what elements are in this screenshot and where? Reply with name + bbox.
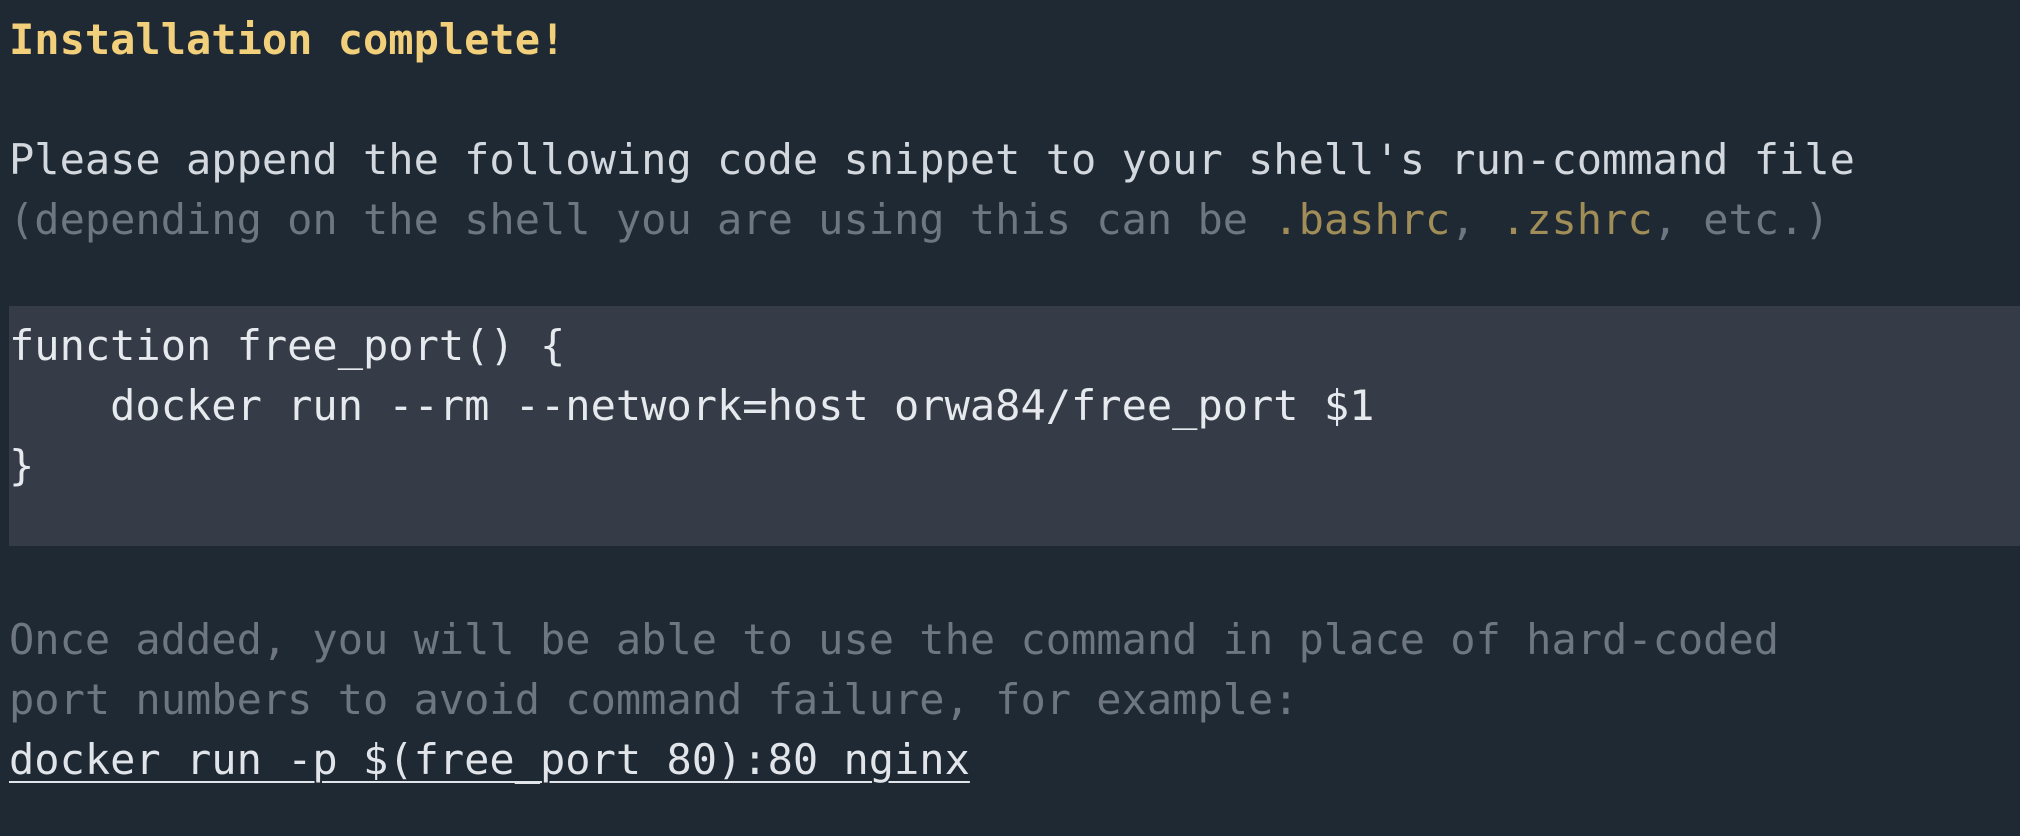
filename-separator: ,	[1450, 195, 1501, 244]
example-command[interactable]: docker run -p $(free_port 80):80 nginx	[9, 730, 970, 790]
instruction-text-prefix: (depending on the shell you are using th…	[9, 195, 1274, 244]
zshrc-filename: .zshrc	[1500, 195, 1653, 244]
code-line-1: function free_port() {	[9, 321, 566, 370]
instruction-text-suffix: , etc.)	[1652, 195, 1830, 244]
instruction-text-line-2: (depending on the shell you are using th…	[9, 190, 1830, 250]
code-line-2: docker run --rm --network=host orwa84/fr…	[9, 381, 1375, 430]
instruction-text-line-1: Please append the following code snippet…	[9, 135, 1855, 184]
code-line-3: }	[9, 441, 35, 490]
installation-complete-heading: Installation complete!	[9, 15, 566, 64]
code-snippet-block[interactable]: function free_port() { docker run --rm -…	[9, 306, 2020, 546]
bashrc-filename: .bashrc	[1273, 195, 1451, 244]
usage-text-line-1: Once added, you will be able to use the …	[9, 615, 1780, 664]
usage-text-line-2: port numbers to avoid command failure, f…	[9, 675, 1299, 724]
